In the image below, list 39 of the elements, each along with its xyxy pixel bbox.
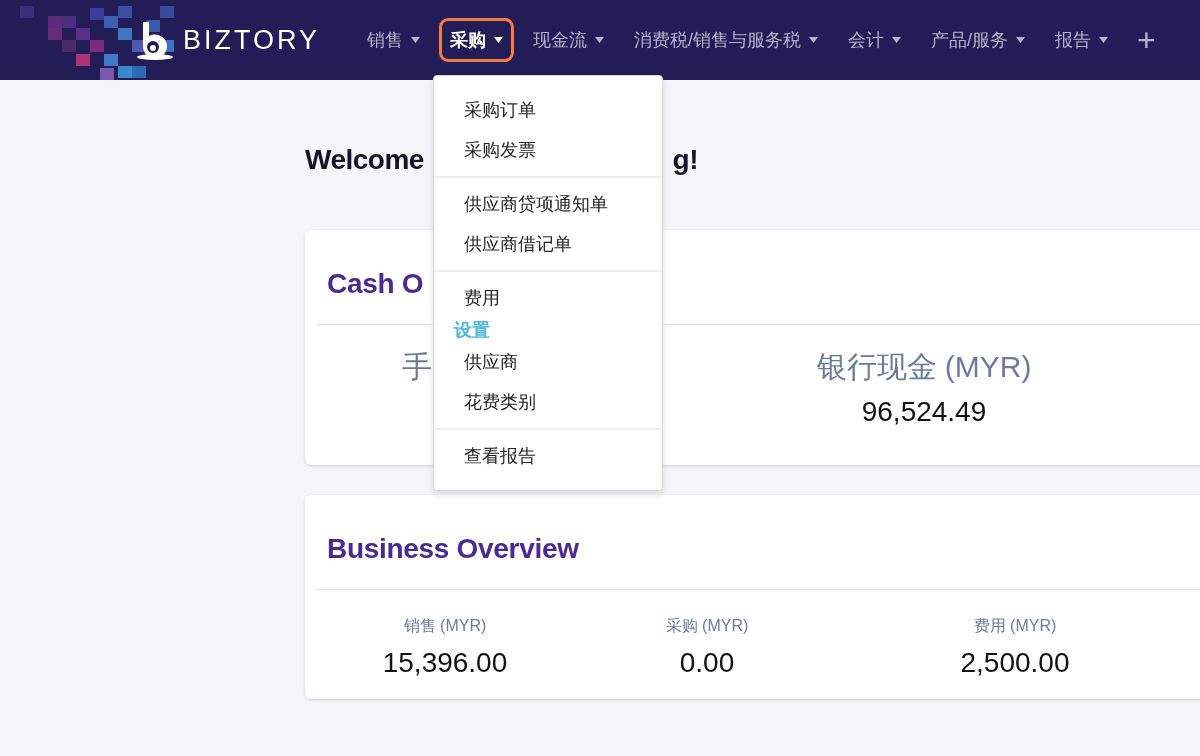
menu-item[interactable]: 供应商 [434,342,662,382]
caret-icon [1099,37,1109,43]
menu-item[interactable]: 费用 [434,278,662,318]
caret-icon [892,37,902,43]
stat-label: 手 [402,349,432,385]
brand-name: BIZTORY [183,24,321,56]
menu-item[interactable]: 采购订单 [434,90,662,130]
welcome-heading: g! [672,144,698,176]
nav-menu-item[interactable]: 产品/服务 [920,18,1037,62]
nav-menu-item[interactable]: 现金流 [522,18,616,62]
menu-item[interactable]: 供应商贷项通知单 [434,184,662,224]
nav-menu-item[interactable]: 会计 [837,18,913,62]
menu-item[interactable]: 查看报告 [434,436,662,476]
menu-section-header: 设置 [452,319,491,342]
nav-menu-item[interactable]: 采购 [439,18,515,62]
caret-icon [494,37,504,43]
menu-item[interactable]: 供应商借记单 [434,224,662,264]
caret-icon [1016,37,1026,43]
stat-label: 银行现金 (MYR) [816,349,1032,385]
stat-value: 15,396.00 [382,647,508,679]
nav-menu-item[interactable]: 销售 [356,18,432,62]
menu-item[interactable]: 花费类别 [434,382,662,422]
stat-label: 采购 (MYR) [665,616,749,636]
add-button[interactable]: + [1133,21,1160,59]
stat-value: 2,500.00 [960,647,1070,679]
welcome-heading: Welcome [305,144,424,176]
nav-menu-item[interactable]: 报告 [1044,18,1120,62]
caret-icon [595,37,605,43]
stat-value: 0.00 [679,647,735,679]
menu-item[interactable]: 采购发票 [434,130,662,170]
card-title: Business Overview [327,533,579,565]
stat-value: 96,524.49 [861,396,987,428]
logo-icon [135,20,175,60]
card-title: Cash O [327,268,424,300]
caret-icon [809,37,819,43]
caret-icon [411,37,421,43]
stat-label: 费用 (MYR) [973,616,1057,636]
stat-label: 销售 (MYR) [403,616,487,636]
nav-menu-item[interactable]: 消费税/销售与服务税 [623,18,830,62]
